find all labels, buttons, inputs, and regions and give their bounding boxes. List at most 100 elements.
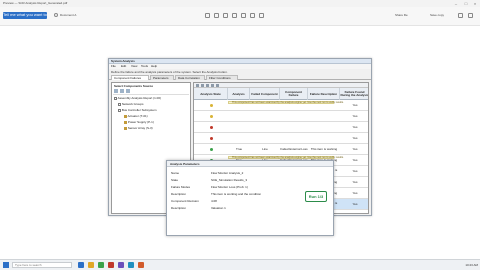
- description-cell: [308, 122, 340, 133]
- grid-remove-icon[interactable]: [201, 84, 204, 87]
- start-icon[interactable]: [3, 262, 9, 268]
- tree-filter-icon[interactable]: [114, 89, 118, 93]
- zoom-out-icon[interactable]: [205, 13, 210, 18]
- maximize-icon[interactable]: □: [462, 1, 470, 6]
- menu-edit[interactable]: Edit: [121, 64, 131, 68]
- menu-file[interactable]: File: [111, 64, 121, 68]
- tree-item[interactable]: Sensor Array (S-3): [124, 126, 190, 132]
- col-analysis-state[interactable]: Analysis State: [194, 88, 228, 100]
- component-cell: [250, 111, 280, 122]
- found-cell: Yes: [352, 125, 358, 129]
- save-copy-action[interactable]: Save copy: [430, 13, 454, 17]
- analysis-cell: True: [235, 147, 243, 151]
- component-icon: [124, 126, 127, 130]
- taskbar-app-icon[interactable]: [128, 262, 134, 268]
- expander-icon[interactable]: [118, 102, 121, 106]
- expander-icon[interactable]: [114, 96, 117, 100]
- menu-tools[interactable]: Tools: [141, 64, 151, 68]
- info-icon[interactable]: [54, 13, 58, 17]
- tab-parameters[interactable]: Parameters: [150, 75, 174, 80]
- grid-filter-icon[interactable]: [211, 84, 214, 87]
- found-cell: Yes: [352, 202, 358, 206]
- param-key: State: [171, 178, 179, 182]
- grid-add-icon[interactable]: [196, 84, 199, 87]
- info-text: Define the failure and the analysis para…: [111, 70, 228, 74]
- found-cell: Yes: [352, 191, 358, 195]
- param-value[interactable]: 4.08: [211, 199, 291, 203]
- tree-item-label: Network Groups: [121, 102, 144, 106]
- taskbar-app-icon[interactable]: [88, 262, 94, 268]
- col-analysis[interactable]: Analysis: [228, 88, 250, 100]
- grid-refresh-icon[interactable]: [206, 84, 209, 87]
- status-indicator-icon: [209, 115, 213, 118]
- app-title: System Analysis: [111, 59, 135, 63]
- component-cell: [250, 133, 280, 144]
- menu-view[interactable]: View: [131, 64, 141, 68]
- status-indicator-icon: [209, 137, 213, 140]
- analysis-cell: [228, 122, 250, 133]
- grid-export-icon[interactable]: [216, 84, 219, 87]
- tree-item-label: Assembly Analysis Report (1.00): [117, 96, 162, 100]
- state-cell: [194, 133, 228, 144]
- found-cell: Yes: [352, 114, 358, 118]
- taskbar: Type here to search 10:23 AM: [0, 259, 480, 270]
- table-row[interactable]: Yes: [194, 133, 368, 144]
- table-row[interactable]: Yes: [194, 122, 368, 133]
- tree-collapse-icon[interactable]: [126, 89, 130, 93]
- table-row[interactable]: True Line Failed External LossThis item is…: [194, 144, 368, 155]
- col-failure-found[interactable]: Failure Found During the Analysis: [340, 88, 368, 100]
- search-input[interactable]: Type here to search: [12, 262, 72, 268]
- menu-help[interactable]: Help: [151, 64, 161, 68]
- expander-icon[interactable]: [118, 108, 121, 112]
- status-indicator-icon: [209, 126, 213, 129]
- dialog-titlebar: Analysis Parameters: [167, 161, 333, 167]
- tree-header: Select Components Source: [114, 84, 154, 88]
- param-value[interactable]: Flow Monitor Loss (Prob: 1): [211, 185, 291, 189]
- run-badge[interactable]: Run 1/3: [305, 191, 327, 202]
- table-row[interactable]: Yes This component has not been examined …: [194, 100, 368, 111]
- col-failed-component[interactable]: Failed Component: [250, 88, 280, 100]
- taskbar-app-icon[interactable]: [138, 262, 144, 268]
- tab-component-failures[interactable]: Component Failures: [111, 75, 149, 80]
- more-icon[interactable]: [259, 13, 264, 18]
- component-cell: [250, 122, 280, 133]
- settings-icon[interactable]: [458, 13, 463, 18]
- found-cell: Yes: [352, 158, 358, 162]
- fullscreen-icon[interactable]: [250, 13, 255, 18]
- col-failure-description[interactable]: Failure Description: [308, 88, 340, 100]
- close-icon[interactable]: ×: [471, 1, 479, 6]
- param-value[interactable]: Valuation 1: [211, 206, 291, 210]
- found-cell: Yes: [352, 180, 358, 184]
- tab-filter-conditions[interactable]: Filter Conditions: [206, 75, 238, 80]
- status-indicator-icon: [209, 104, 213, 107]
- grid-header: Analysis State Analysis Failed Component…: [194, 88, 368, 100]
- param-row: Failure Modes Flow Monitor Loss (Prob: 1…: [171, 185, 301, 191]
- taskbar-app-icon[interactable]: [78, 262, 84, 268]
- taskbar-app-icon[interactable]: [108, 262, 114, 268]
- tree-expand-icon[interactable]: [120, 89, 124, 93]
- state-cell: [194, 122, 228, 133]
- table-row[interactable]: Yes: [194, 111, 368, 122]
- found-cell: Yes: [352, 136, 358, 140]
- col-component-failure[interactable]: Component Failure: [280, 88, 308, 100]
- doc-tab[interactable]: Document A: [60, 13, 100, 17]
- minimize-icon[interactable]: –: [452, 1, 460, 6]
- param-value[interactable]: This item is working and the condition: [211, 192, 291, 196]
- taskbar-app-icon[interactable]: [98, 262, 104, 268]
- param-value[interactable]: SCE_Simulation Results_3: [211, 178, 291, 182]
- viewer-title: Preview — SCR Analysis Report_Generated.…: [3, 1, 68, 5]
- zoom-in-icon[interactable]: [214, 13, 219, 18]
- share-action[interactable]: Share file: [395, 13, 429, 17]
- param-value[interactable]: Flow Monitor Analysis_2: [211, 171, 291, 175]
- clock: 10:23 AM: [465, 263, 478, 267]
- print-icon[interactable]: [241, 13, 246, 18]
- open-button[interactable]: Tell me what you want to do: [3, 12, 47, 19]
- rotate-icon[interactable]: [232, 13, 237, 18]
- param-row: State SCE_Simulation Results_3: [171, 178, 301, 184]
- fit-page-icon[interactable]: [223, 13, 228, 18]
- tab-data-correlation[interactable]: Data Correlation: [175, 75, 205, 80]
- menu-icon[interactable]: [468, 13, 473, 18]
- found-cell: Yes: [352, 169, 358, 173]
- param-key: Failure Modes: [171, 185, 191, 189]
- taskbar-app-icon[interactable]: [118, 262, 124, 268]
